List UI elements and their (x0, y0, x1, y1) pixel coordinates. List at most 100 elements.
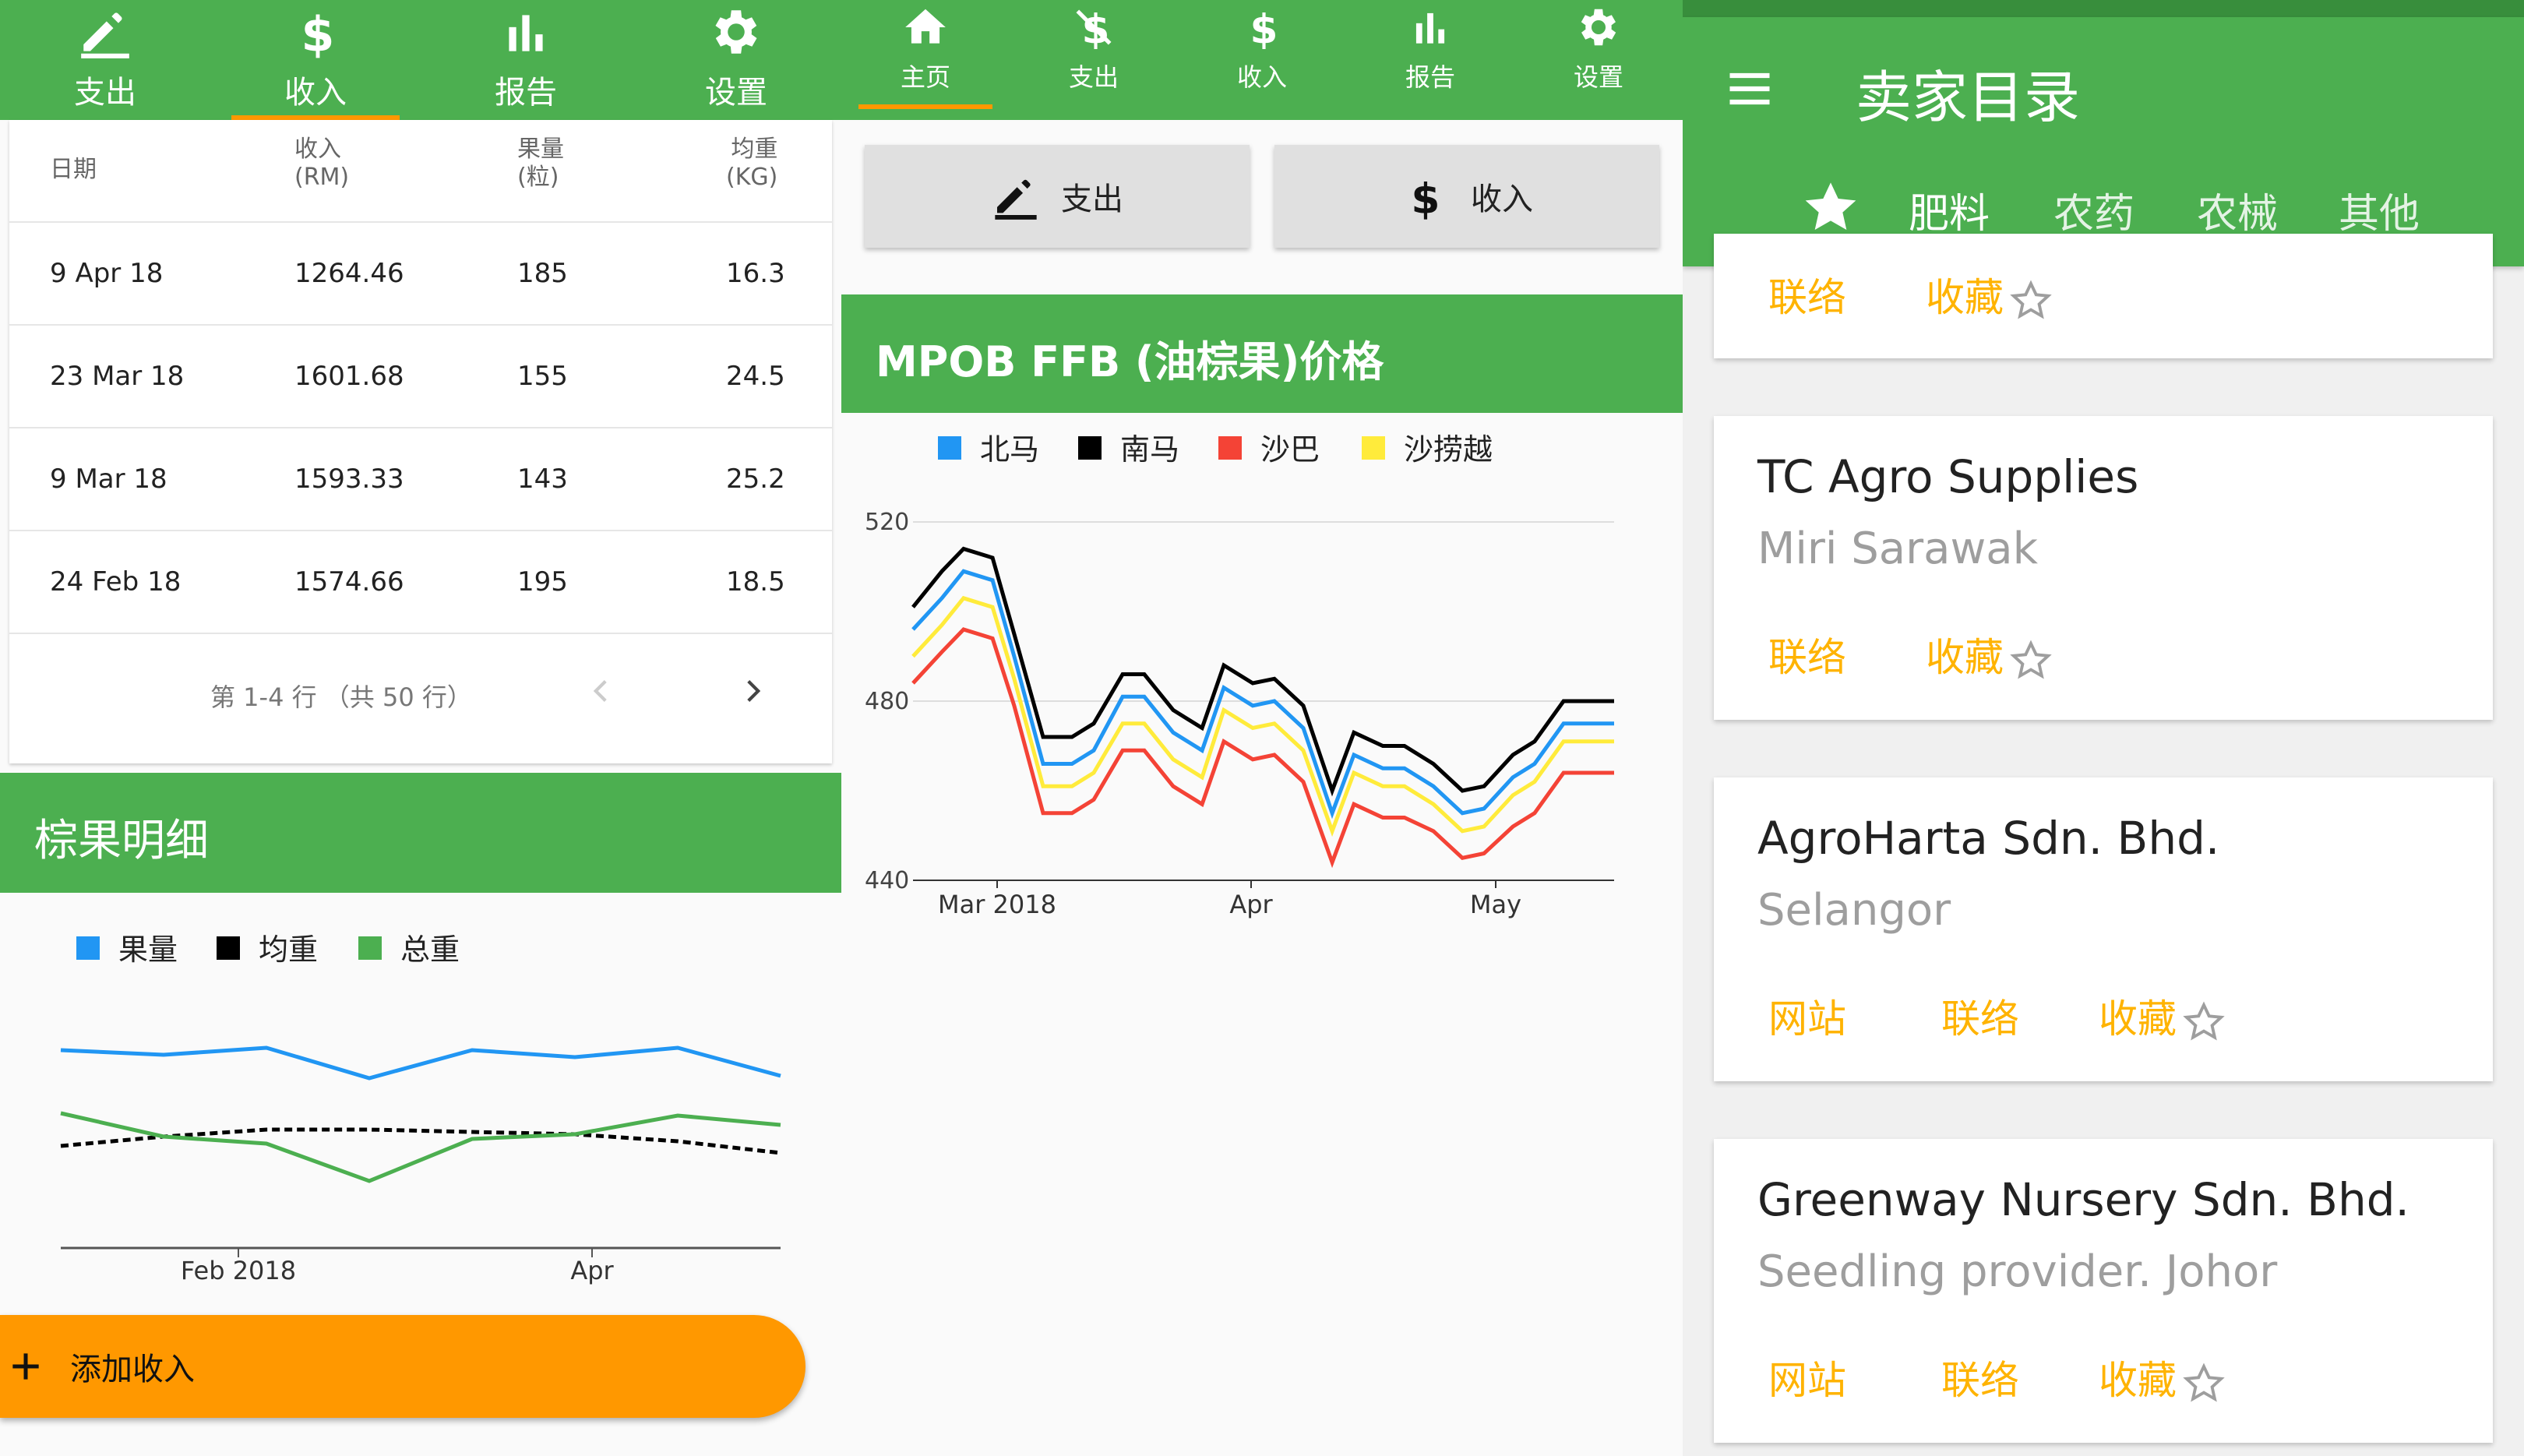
home-icon (905, 9, 946, 44)
action-contact-button[interactable]: 联络 (1768, 266, 1846, 323)
table-cell: 9 Apr 18 (50, 258, 164, 289)
seller-card[interactable]: TC Agro Supplies Miri Sarawak 联络 收藏 (1714, 416, 2493, 720)
tab-home[interactable]: 主页 (841, 0, 1010, 120)
header-date[interactable]: 日期 (50, 150, 97, 184)
gear-icon (715, 10, 757, 54)
tab-label: 支出 (1068, 62, 1119, 92)
detail-chart: 果量 均重 总重 Feb 2018 Apr (60, 932, 781, 1285)
expense-button-label: 支出 (1061, 182, 1123, 217)
legend-label: 沙巴 (1260, 432, 1320, 467)
section-title: 棕果明细 (34, 816, 209, 866)
action-contact-button[interactable]: 联络 (1941, 988, 2019, 1044)
tab-category[interactable]: 农械 (2197, 181, 2278, 239)
tab-gear[interactable]: 设置 (631, 0, 841, 120)
tab-dollar[interactable]: $ 收入 (1178, 0, 1346, 120)
y-tick-label: 440 (865, 867, 909, 894)
action-favorite-button[interactable]: 收藏 (1926, 266, 2055, 325)
tab-favorites[interactable] (1800, 176, 1862, 238)
active-tab-indicator (858, 104, 993, 109)
plus-icon (12, 1353, 39, 1380)
series-line (60, 1127, 781, 1155)
tab-category[interactable]: 农药 (2053, 181, 2134, 239)
table-cell: 1574.66 (294, 566, 404, 598)
prev-page-icon[interactable] (581, 672, 620, 710)
header-count[interactable]: 果量 (粒) (517, 136, 564, 192)
income-button[interactable]: $ 收入 (1274, 145, 1659, 248)
seller-location: Seedling provider. Johor (1757, 1246, 2278, 1297)
seller-card[interactable]: Greenway Nursery Sdn. Bhd. Seedling provi… (1714, 1139, 2493, 1443)
pencil-icon (995, 179, 1037, 220)
expense-button[interactable]: 支出 (865, 145, 1250, 248)
section-header: 棕果明细 (0, 773, 841, 893)
legend-swatch (1078, 436, 1102, 460)
seller-card: 联络 收藏 (1714, 234, 2493, 358)
tab-category[interactable]: 肥料 (1909, 181, 1990, 239)
tab-label: 报告 (1405, 62, 1455, 92)
series-line (60, 1045, 781, 1081)
legend-label: 南马 (1120, 432, 1179, 467)
action-website-button[interactable]: 网站 (1768, 1349, 1846, 1405)
svg-text:$: $ (1250, 7, 1278, 51)
tab-dollar[interactable]: $ 收入 (210, 0, 421, 120)
table-row[interactable]: 24 Feb 18 1574.66 195 18.5 (9, 531, 832, 634)
action-favorite-button[interactable]: 收藏 (1926, 626, 2055, 685)
page-title: 卖家目录 (1856, 65, 2081, 130)
income-screen: 支出 $ 收入 报告 设置 日期 收入 (RM) 果量 (粒) 均重 (KG) 9 Apr 1… (0, 0, 841, 1456)
action-contact-button[interactable]: 联络 (1768, 626, 1846, 682)
action-favorite-button[interactable]: 收藏 (2099, 1349, 2228, 1408)
seller-card[interactable]: AgroHarta Sdn. Bhd. Selangor 网站 联络 收藏 (1714, 777, 2493, 1081)
legend-swatch (1218, 436, 1242, 460)
add-income-button[interactable]: 添加收入 (0, 1315, 805, 1418)
star-outline-icon (2183, 1363, 2225, 1401)
series-line (60, 1111, 781, 1183)
tab-label: 设置 (1573, 62, 1623, 92)
action-website-button[interactable]: 网站 (1768, 988, 1846, 1044)
x-tick-label: May (1470, 890, 1521, 919)
dollar-icon: $ (301, 7, 335, 61)
bottom-tabbar: 主页 $ 支出 $ 收入 报告 设置 (841, 0, 1683, 120)
table-cell: 1601.68 (294, 361, 404, 392)
legend-swatch (1362, 436, 1385, 460)
tab-label: 收入 (1236, 62, 1287, 92)
table-cell: 23 Mar 18 (50, 361, 185, 392)
menu-icon[interactable] (1723, 62, 1776, 115)
price-chart: 北马 南马 沙巴 沙捞越 520 480 440 Mar 2018 Apr May (865, 432, 1614, 919)
tab-pencil[interactable]: 支出 (0, 0, 210, 120)
legend-swatch (217, 936, 240, 960)
bar-chart-icon (1415, 12, 1445, 44)
table-row[interactable]: 9 Mar 18 1593.33 143 25.2 (9, 428, 832, 531)
dollar-icon: $ (1250, 7, 1278, 51)
header-avg-weight[interactable]: 均重 (KG) (726, 136, 777, 192)
tab-category[interactable]: 其他 (2339, 181, 2420, 239)
table-cell: 24 Feb 18 (50, 566, 182, 598)
legend-swatch (76, 936, 100, 960)
tab-bar-chart[interactable]: 报告 (421, 0, 631, 120)
table-row[interactable]: 23 Mar 18 1601.68 155 24.5 (9, 326, 832, 428)
star-outline-icon (2183, 1001, 2225, 1040)
star-outline-icon (2010, 280, 2052, 319)
table-cell: 185 (517, 258, 568, 289)
pagination-label: 第 1-4 行 （共 50 行） (210, 682, 472, 712)
table-cell: 155 (517, 361, 568, 392)
seller-name: Greenway Nursery Sdn. Bhd. (1757, 1173, 2409, 1226)
next-page-icon[interactable] (734, 672, 773, 710)
legend-label: 北马 (980, 432, 1039, 467)
x-tick-label: Apr (1229, 890, 1273, 919)
table-cell: 195 (517, 566, 568, 598)
tab-bar-chart[interactable]: 报告 (1346, 0, 1514, 120)
table-row[interactable]: 9 Apr 18 1264.46 185 16.3 (9, 223, 832, 326)
y-tick-label: 520 (865, 509, 909, 536)
table-cell: 16.3 (726, 258, 785, 289)
tab-gear[interactable]: 设置 (1514, 0, 1683, 120)
tab-money-off[interactable]: $ 支出 (1010, 0, 1178, 120)
action-contact-button[interactable]: 联络 (1941, 1349, 2019, 1405)
header-income[interactable]: 收入 (RM) (294, 136, 349, 192)
income-table: 日期 收入 (RM) 果量 (粒) 均重 (KG) 9 Apr 18 1264.46 18… (9, 120, 832, 763)
legend-swatch (358, 936, 382, 960)
x-tick-label: Feb 2018 (181, 1256, 296, 1285)
action-favorite-button[interactable]: 收藏 (2099, 988, 2228, 1046)
home-screen: 主页 $ 支出 $ 收入 报告 设置 支出 $ 收入 MPOB FFB (油棕果)价格 北马… (841, 0, 1683, 1456)
section-header: MPOB FFB (油棕果)价格 (841, 294, 1683, 413)
legend-swatch (938, 436, 961, 460)
tab-label: 设置 (705, 75, 767, 111)
